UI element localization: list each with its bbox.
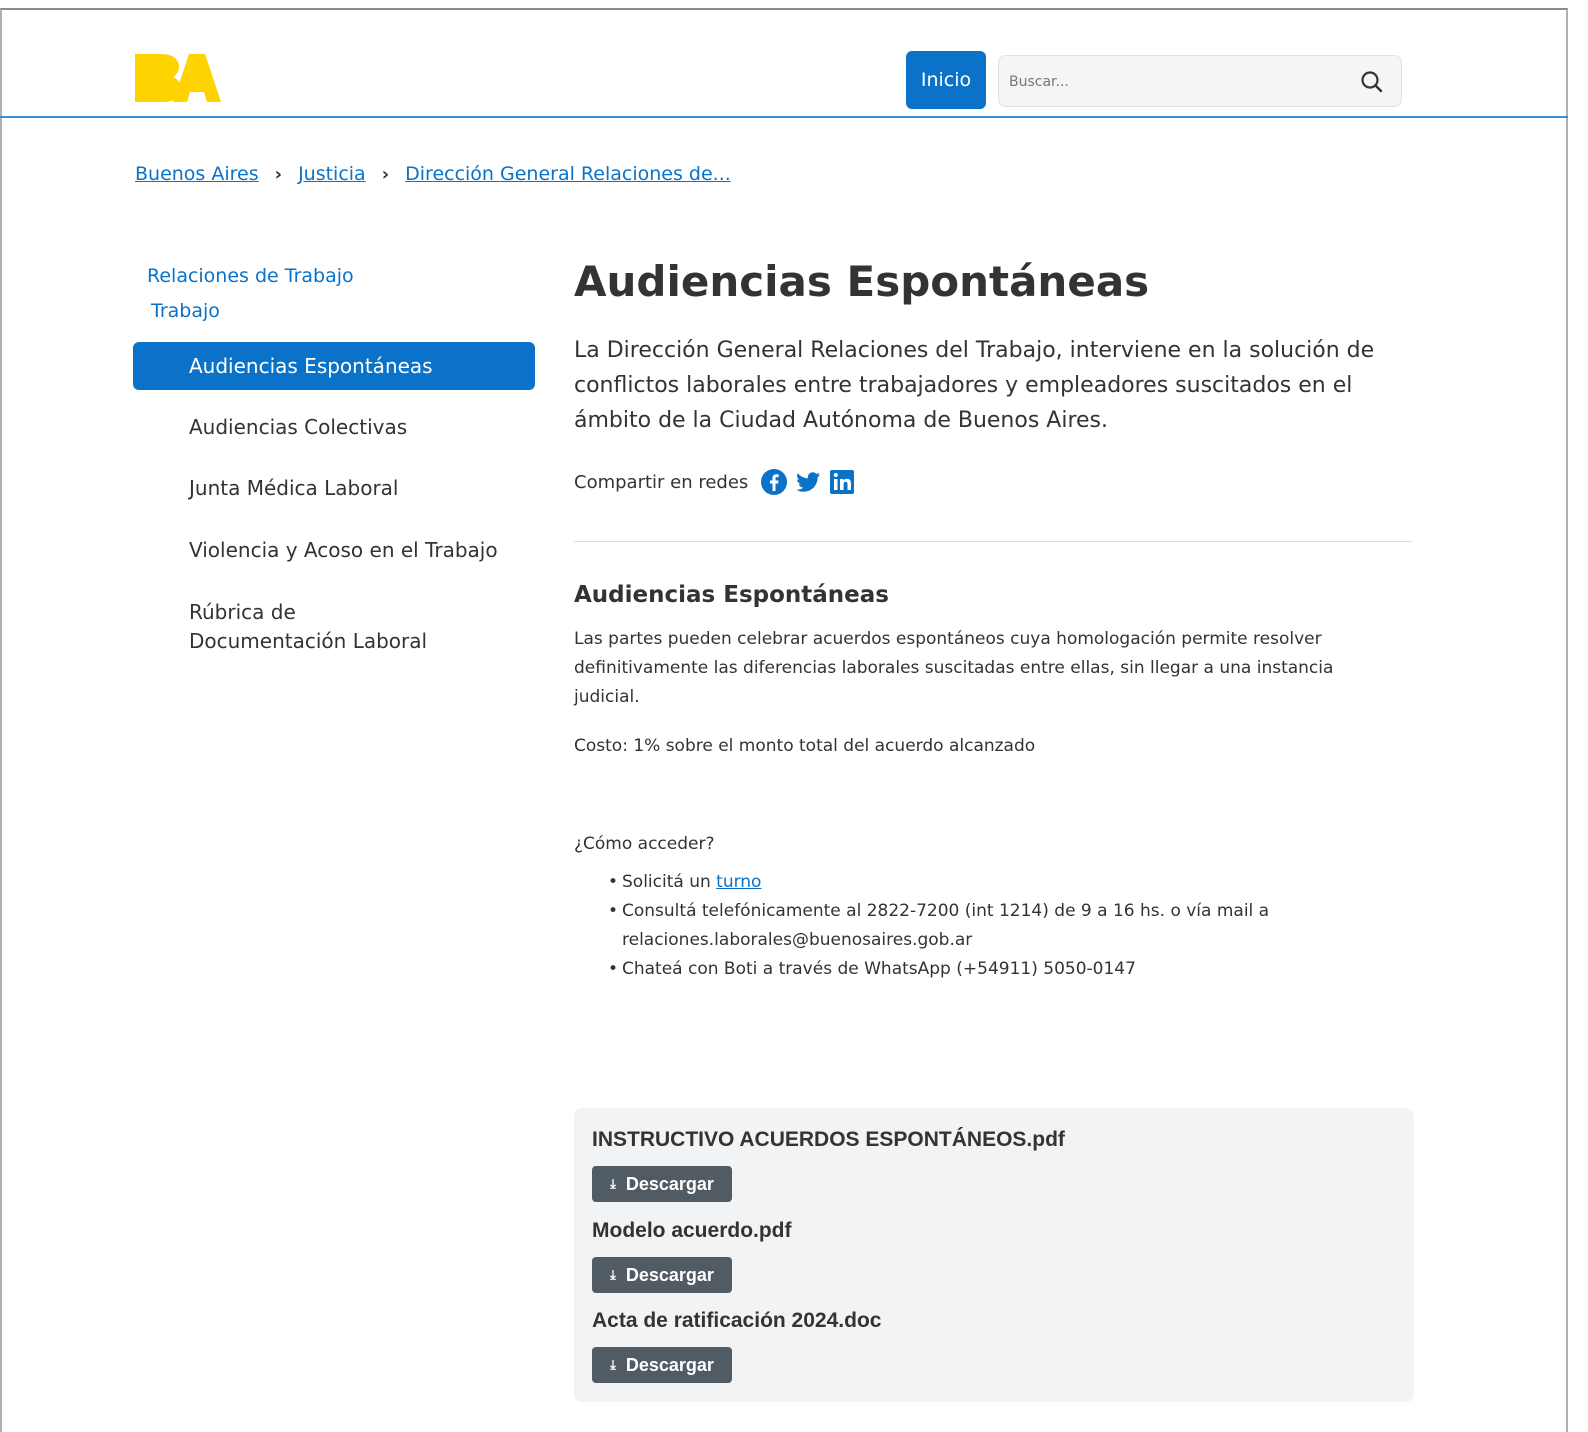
download-icon: ⤓: [610, 1357, 616, 1372]
access-list: Solicitá un turno Consultá telefónicamen…: [608, 868, 1269, 984]
download-button-label: Descargar: [625, 1264, 714, 1285]
search-box: [998, 55, 1402, 107]
how-to-access-title: ¿Cómo acceder?: [574, 834, 715, 854]
download-button-label: Descargar: [625, 1354, 714, 1375]
page-title: Audiencias Espontáneas: [574, 257, 1150, 306]
turno-link[interactable]: turno: [716, 872, 761, 892]
inicio-button[interactable]: Inicio: [906, 51, 986, 109]
download-button[interactable]: ⤓ Descargar: [592, 1166, 732, 1202]
linkedin-icon[interactable]: [828, 468, 856, 496]
sidebar-item-label: Violencia y Acoso en el Trabajo: [189, 538, 498, 562]
download-icon: ⤓: [610, 1176, 616, 1191]
sidebar-item-junta-medica[interactable]: Junta Médica Laboral: [133, 474, 535, 503]
download-button[interactable]: ⤓ Descargar: [592, 1347, 732, 1383]
facebook-icon[interactable]: [760, 468, 788, 496]
list-item-text: Consultá telefónicamente al 2822-7200 (i…: [622, 901, 1270, 921]
download-file-name: Acta de ratificación 2024.doc: [592, 1309, 882, 1332]
sidebar-item-label: Rúbrica de Documentación Laboral: [189, 600, 428, 653]
list-item: Solicitá un turno: [608, 868, 1269, 897]
chevron-right-icon: ›: [274, 163, 283, 185]
downloads-panel: INSTRUCTIVO ACUERDOS ESPONTÁNEOS.pdf ⤓ De…: [574, 1108, 1414, 1402]
list-item: Consultá telefónicamente al 2822-7200 (i…: [608, 897, 1269, 955]
sidebar-title[interactable]: Relaciones de Trabajo: [147, 265, 354, 287]
section-paragraph: Las partes pueden celebrar acuerdos espo…: [574, 629, 1334, 707]
sidebar-item-label: Junta Médica Laboral: [189, 476, 399, 500]
download-icon: ⤓: [610, 1267, 616, 1282]
download-file-name: Modelo acuerdo.pdf: [592, 1219, 792, 1242]
twitter-icon[interactable]: [794, 468, 822, 496]
divider: [574, 541, 1412, 542]
breadcrumb: Buenos Aires › Justicia › Dirección Gene…: [135, 163, 731, 185]
breadcrumb-buenos-aires[interactable]: Buenos Aires: [135, 163, 259, 185]
sidebar-item-rubrica[interactable]: Rúbrica de Documentación Laboral: [133, 598, 535, 656]
search-icon[interactable]: [1359, 69, 1385, 95]
share-label: Compartir en redes: [574, 471, 749, 493]
breadcrumb-justicia[interactable]: Justicia: [298, 163, 366, 185]
sidebar-item-audiencias-colectivas[interactable]: Audiencias Colectivas: [133, 413, 535, 442]
sidebar-item-label: Audiencias Espontáneas: [189, 353, 433, 378]
list-item-text: Solicitá un: [622, 872, 711, 892]
share-row: Compartir en redes: [574, 468, 862, 496]
sidebar-item-violencia-acoso[interactable]: Violencia y Acoso en el Trabajo: [133, 536, 535, 565]
list-item-text: Chateá con Boti a través de WhatsApp (+5…: [622, 959, 1136, 979]
breadcrumb-direccion[interactable]: Dirección General Relaciones de...: [405, 163, 731, 185]
sidebar-item-audiencias-espontaneas[interactable]: Audiencias Espontáneas: [133, 342, 535, 390]
chevron-right-icon: ›: [381, 163, 390, 185]
list-item: Chateá con Boti a través de WhatsApp (+5…: [608, 955, 1269, 984]
sidebar-title-line2[interactable]: Trabajo: [151, 300, 220, 322]
section-title: Audiencias Espontáneas: [574, 582, 889, 608]
email-text: relaciones.laborales@buenosaires.gob.ar: [622, 930, 973, 950]
ba-logo[interactable]: [133, 48, 223, 106]
download-button-label: Descargar: [625, 1173, 714, 1194]
site-header: Inicio: [0, 10, 1568, 118]
download-file-name: INSTRUCTIVO ACUERDOS ESPONTÁNEOS.pdf: [592, 1128, 1065, 1151]
lead-paragraph: La Dirección General Relaciones del Trab…: [574, 338, 1375, 433]
sidebar-item-label: Audiencias Colectivas: [189, 415, 408, 439]
download-button[interactable]: ⤓ Descargar: [592, 1257, 732, 1293]
search-input[interactable]: [1009, 69, 1339, 95]
cost-text: Costo: 1% sobre el monto total del acuer…: [574, 736, 1036, 756]
